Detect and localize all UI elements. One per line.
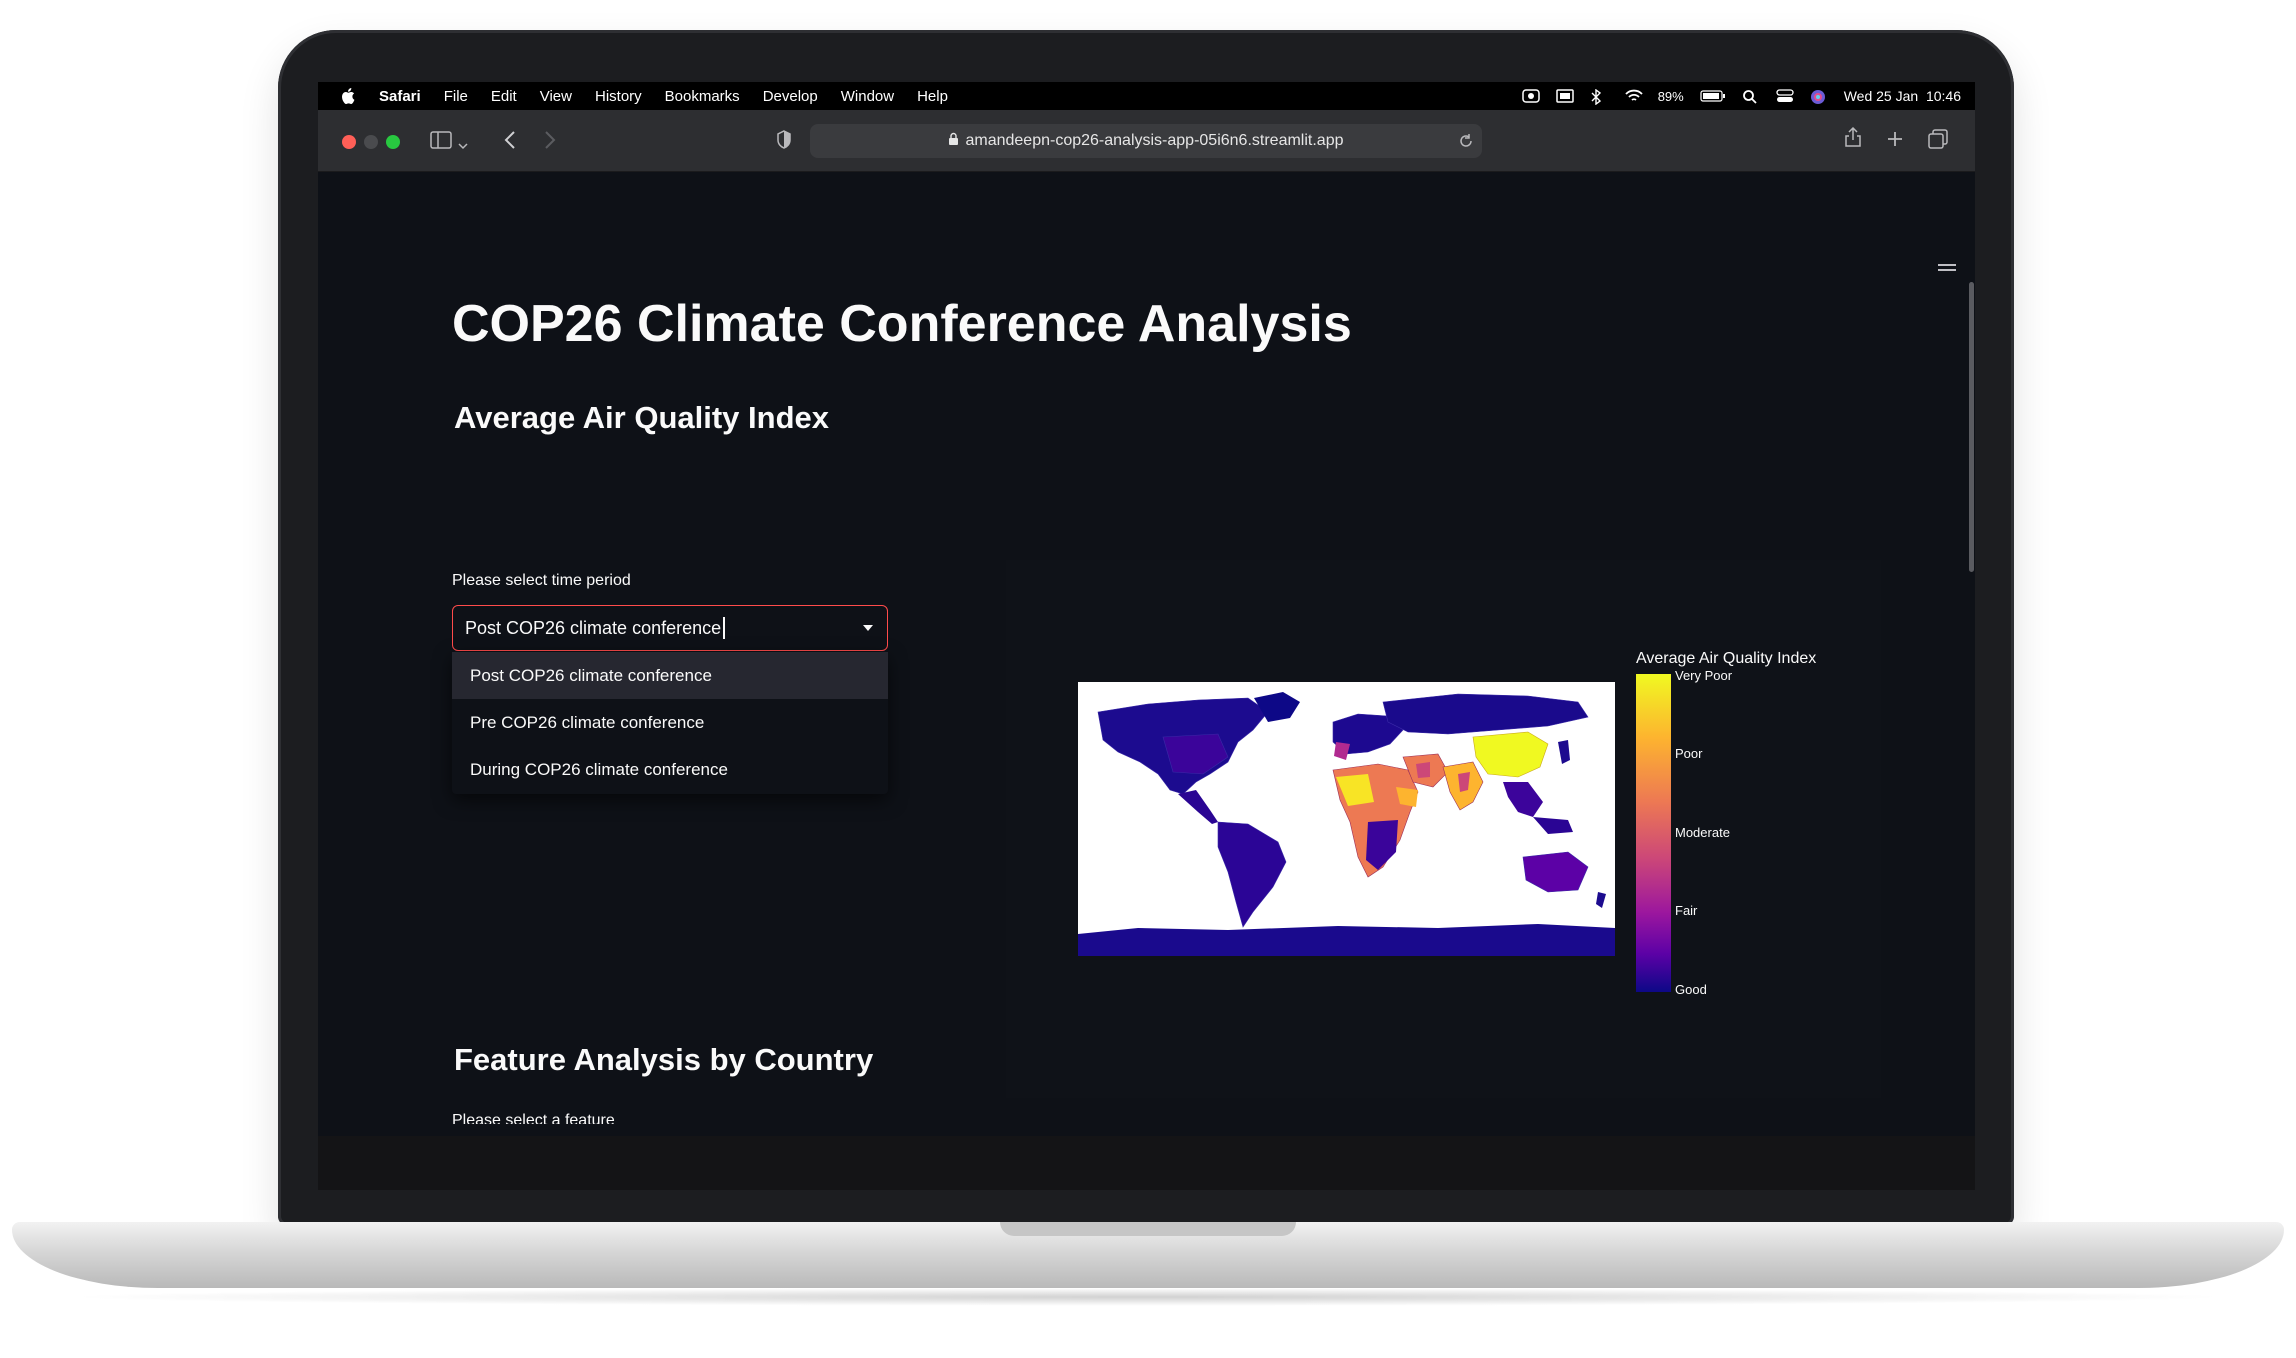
address-bar[interactable]: amandeepn-cop26-analysis-app-05i6n6.stre… xyxy=(810,124,1482,158)
menu-window[interactable]: Window xyxy=(841,88,894,105)
page-scrollbar[interactable] xyxy=(1969,282,1974,572)
apple-icon[interactable] xyxy=(340,88,356,104)
laptop-notch xyxy=(1000,1222,1296,1236)
streamlit-page: COP26 Climate Conference Analysis Averag… xyxy=(318,172,1975,1190)
tabs-overview-icon[interactable] xyxy=(1928,129,1948,155)
forward-icon[interactable] xyxy=(544,130,556,156)
shield-icon[interactable] xyxy=(776,130,792,156)
battery-percentage: 89% xyxy=(1657,88,1684,104)
menu-view[interactable]: View xyxy=(540,88,572,105)
colorbar-title: Average Air Quality Index xyxy=(1636,650,1817,667)
menu-develop[interactable]: Develop xyxy=(763,88,818,105)
time-period-dropdown: Post COP26 climate conference Pre COP26 … xyxy=(452,652,888,794)
menu-help[interactable]: Help xyxy=(917,88,948,105)
laptop-screen: Safari File Edit View History Bookmarks … xyxy=(318,82,1975,1190)
reload-icon[interactable] xyxy=(1458,133,1474,154)
time-period-label: Please select time period xyxy=(452,572,631,589)
screen-bottom-bezel xyxy=(318,1136,1975,1190)
laptop-shadow xyxy=(60,1288,2236,1306)
bluetooth-icon[interactable] xyxy=(1590,88,1608,106)
back-icon[interactable] xyxy=(504,130,516,156)
option-during-cop26[interactable]: During COP26 climate conference xyxy=(452,746,888,793)
colorbar-tick-good: Good xyxy=(1675,982,1707,997)
section-heading-air-quality: Average Air Quality Index xyxy=(454,400,829,435)
colorbar xyxy=(1636,674,1671,992)
time-period-select[interactable]: Post COP26 climate conference xyxy=(452,605,888,651)
camera-icon[interactable] xyxy=(1521,89,1540,103)
option-pre-cop26[interactable]: Pre COP26 climate conference xyxy=(452,699,888,746)
text-cursor xyxy=(723,617,725,639)
chevron-down-icon[interactable] xyxy=(863,625,873,631)
colorbar-tick-very-poor: Very Poor xyxy=(1675,668,1733,683)
sidebar-icon[interactable] xyxy=(430,130,452,156)
colorbar-tick-fair: Fair xyxy=(1675,903,1698,918)
colorbar-tick-poor: Poor xyxy=(1675,746,1703,761)
new-tab-icon[interactable] xyxy=(1886,130,1904,154)
hamburger-menu-icon[interactable] xyxy=(1938,264,1956,274)
option-post-cop26[interactable]: Post COP26 climate conference xyxy=(452,652,888,699)
time-period-selected-value: Post COP26 climate conference xyxy=(465,617,722,638)
menu-file[interactable]: File xyxy=(444,88,468,105)
colorbar-tick-moderate: Moderate xyxy=(1675,825,1730,840)
control-center-icon[interactable] xyxy=(1776,89,1794,103)
display-icon[interactable] xyxy=(1555,89,1574,103)
macos-menu-bar: Safari File Edit View History Bookmarks … xyxy=(318,82,1975,110)
chevron-down-icon[interactable] xyxy=(458,134,468,157)
share-icon[interactable] xyxy=(1844,126,1862,154)
browser-toolbar: amandeepn-cop26-analysis-app-05i6n6.stre… xyxy=(318,110,1975,172)
feature-select-label: Please select a feature xyxy=(452,1112,615,1124)
close-window-button[interactable] xyxy=(342,135,356,149)
search-icon[interactable] xyxy=(1742,89,1760,104)
menu-status-area: 89% Wed 25 Jan 10:46 xyxy=(1521,82,1961,110)
section-heading-feature-analysis: Feature Analysis by Country xyxy=(454,1042,874,1077)
siri-icon[interactable] xyxy=(1810,89,1828,104)
url-text: amandeepn-cop26-analysis-app-05i6n6.stre… xyxy=(965,132,1344,149)
lock-icon xyxy=(948,132,959,151)
menu-bookmarks[interactable]: Bookmarks xyxy=(665,88,740,105)
menu-edit[interactable]: Edit xyxy=(491,88,517,105)
minimize-window-button[interactable] xyxy=(364,135,378,149)
menu-datetime[interactable]: Wed 25 Jan 10:46 xyxy=(1844,88,1961,104)
world-map[interactable] xyxy=(1078,682,1615,956)
page-title: COP26 Climate Conference Analysis xyxy=(452,295,1352,353)
zoom-window-button[interactable] xyxy=(386,135,400,149)
menu-history[interactable]: History xyxy=(595,88,642,105)
battery-icon[interactable] xyxy=(1700,89,1726,103)
wifi-icon[interactable] xyxy=(1624,89,1643,103)
menu-app-name[interactable]: Safari xyxy=(379,88,421,105)
